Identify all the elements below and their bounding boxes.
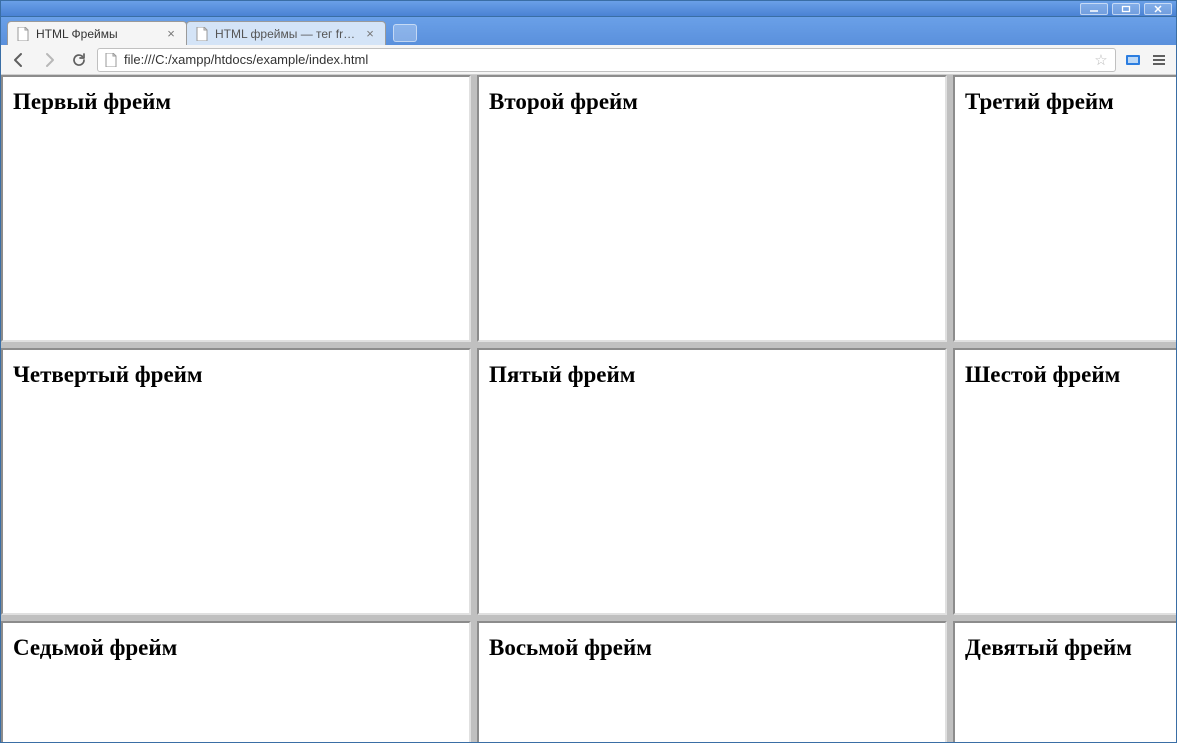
extension-icon[interactable] — [1122, 49, 1144, 71]
frame-heading: Восьмой фрейм — [489, 635, 935, 661]
frame-heading: Четвертый фрейм — [13, 362, 459, 388]
browser-tab-inactive[interactable]: HTML фреймы — тег fram × — [186, 21, 386, 45]
frame-heading: Второй фрейм — [489, 89, 935, 115]
frame-cell[interactable]: Седьмой фрейм — [1, 621, 471, 742]
tab-strip: HTML Фреймы × HTML фреймы — тег fram × — [1, 17, 1176, 45]
frame-cell[interactable]: Пятый фрейм — [477, 348, 947, 615]
minimize-button[interactable] — [1080, 3, 1108, 15]
forward-button[interactable] — [37, 48, 61, 72]
window-controls — [1080, 3, 1172, 15]
window-titlebar — [1, 1, 1176, 17]
address-bar[interactable]: file:///C:/xampp/htdocs/example/index.ht… — [97, 48, 1116, 72]
browser-window: HTML Фреймы × HTML фреймы — тег fram × f… — [0, 0, 1177, 743]
bookmark-star-icon[interactable]: ☆ — [1093, 51, 1109, 69]
tab-title: HTML Фреймы — [36, 27, 158, 41]
tab-title: HTML фреймы — тег fram — [215, 27, 357, 41]
menu-button[interactable] — [1148, 49, 1170, 71]
close-window-button[interactable] — [1144, 3, 1172, 15]
file-icon — [104, 53, 118, 67]
frame-cell[interactable]: Шестой фрейм — [953, 348, 1176, 615]
frame-cell[interactable]: Восьмой фрейм — [477, 621, 947, 742]
reload-button[interactable] — [67, 48, 91, 72]
frameset-grid: Первый фрейм Второй фрейм Третий фрейм Ч… — [1, 75, 1176, 742]
url-text: file:///C:/xampp/htdocs/example/index.ht… — [124, 52, 1087, 67]
frame-cell[interactable]: Второй фрейм — [477, 75, 947, 342]
maximize-button[interactable] — [1112, 3, 1140, 15]
frame-heading: Девятый фрейм — [965, 635, 1176, 661]
frame-heading: Пятый фрейм — [489, 362, 935, 388]
browser-tab-active[interactable]: HTML Фреймы × — [7, 21, 187, 45]
frame-heading: Шестой фрейм — [965, 362, 1176, 388]
frame-heading: Седьмой фрейм — [13, 635, 459, 661]
frame-cell[interactable]: Первый фрейм — [1, 75, 471, 342]
file-icon — [195, 27, 209, 41]
frame-heading: Третий фрейм — [965, 89, 1176, 115]
close-tab-icon[interactable]: × — [363, 27, 377, 41]
back-button[interactable] — [7, 48, 31, 72]
close-tab-icon[interactable]: × — [164, 27, 178, 41]
frame-cell[interactable]: Четвертый фрейм — [1, 348, 471, 615]
new-tab-button[interactable] — [393, 24, 417, 42]
frame-cell[interactable]: Третий фрейм — [953, 75, 1176, 342]
file-icon — [16, 27, 30, 41]
browser-toolbar: file:///C:/xampp/htdocs/example/index.ht… — [1, 45, 1176, 75]
page-viewport: Первый фрейм Второй фрейм Третий фрейм Ч… — [1, 75, 1176, 742]
frame-cell[interactable]: Девятый фрейм — [953, 621, 1176, 742]
frame-heading: Первый фрейм — [13, 89, 459, 115]
toolbar-right-icons — [1122, 49, 1170, 71]
